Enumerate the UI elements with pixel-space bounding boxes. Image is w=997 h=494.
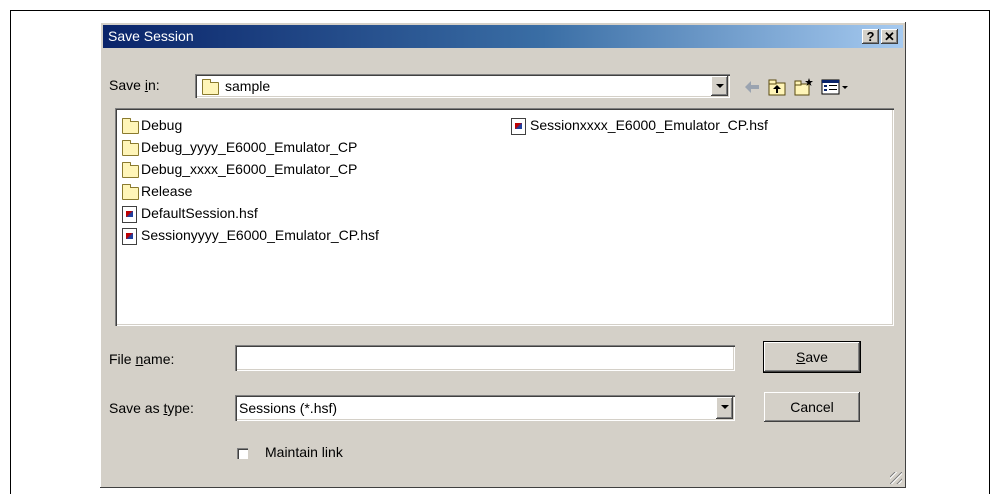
document-frame-right (989, 10, 990, 494)
file-name: DefaultSession.hsf (141, 205, 258, 221)
maintain-link-label[interactable]: Maintain link (265, 444, 343, 460)
resize-grip-icon[interactable] (890, 472, 902, 484)
back-arrow-icon[interactable] (742, 77, 762, 97)
save-in-label: Save in: (109, 77, 160, 93)
help-button[interactable]: ? (862, 29, 879, 44)
folder-icon (122, 118, 139, 134)
session-file-icon (122, 228, 137, 245)
title-bar[interactable]: Save Session ? ✕ (103, 25, 903, 48)
file-name-input[interactable] (235, 345, 735, 371)
folder-icon (122, 162, 139, 178)
chevron-down-icon[interactable] (711, 76, 728, 96)
file-name: Debug_xxxx_E6000_Emulator_CP (141, 161, 358, 177)
save-in-combo[interactable]: sample (195, 74, 730, 98)
new-folder-icon[interactable] (794, 77, 814, 97)
save-as-type-value: Sessions (*.hsf) (239, 400, 338, 416)
folder-icon (122, 184, 139, 200)
save-session-dialog: Save Session ? ✕ Save in: sample Debug D… (100, 22, 906, 488)
file-name-label: File name: (109, 351, 175, 367)
session-file-icon (122, 206, 137, 223)
cancel-button[interactable]: Cancel (764, 392, 860, 422)
document-frame-left (10, 10, 11, 494)
folder-icon (122, 140, 139, 156)
save-button[interactable]: Save (764, 342, 860, 372)
maintain-link-checkbox[interactable] (237, 448, 248, 459)
save-in-value: sample (225, 78, 271, 94)
chevron-down-icon[interactable] (716, 397, 733, 419)
file-name: Sessionxxxx_E6000_Emulator_CP.hsf (530, 117, 768, 133)
document-frame-top (10, 10, 990, 11)
up-one-level-icon[interactable] (767, 77, 787, 97)
close-button[interactable]: ✕ (881, 29, 898, 44)
save-as-type-label: Save as type: (109, 400, 194, 416)
save-as-type-select[interactable]: Sessions (*.hsf) (235, 395, 735, 421)
dialog-title: Save Session (108, 28, 194, 44)
file-name: Release (141, 183, 193, 199)
file-name: Sessionyyyy_E6000_Emulator_CP.hsf (141, 227, 379, 243)
session-file-icon (511, 118, 526, 135)
view-menu-icon[interactable] (821, 77, 849, 97)
file-name: Debug (141, 117, 183, 133)
file-name: Debug_yyyy_E6000_Emulator_CP (141, 139, 358, 155)
file-list[interactable]: Debug Debug_yyyy_E6000_Emulator_CP Debug… (115, 108, 894, 326)
folder-open-icon (202, 79, 219, 95)
